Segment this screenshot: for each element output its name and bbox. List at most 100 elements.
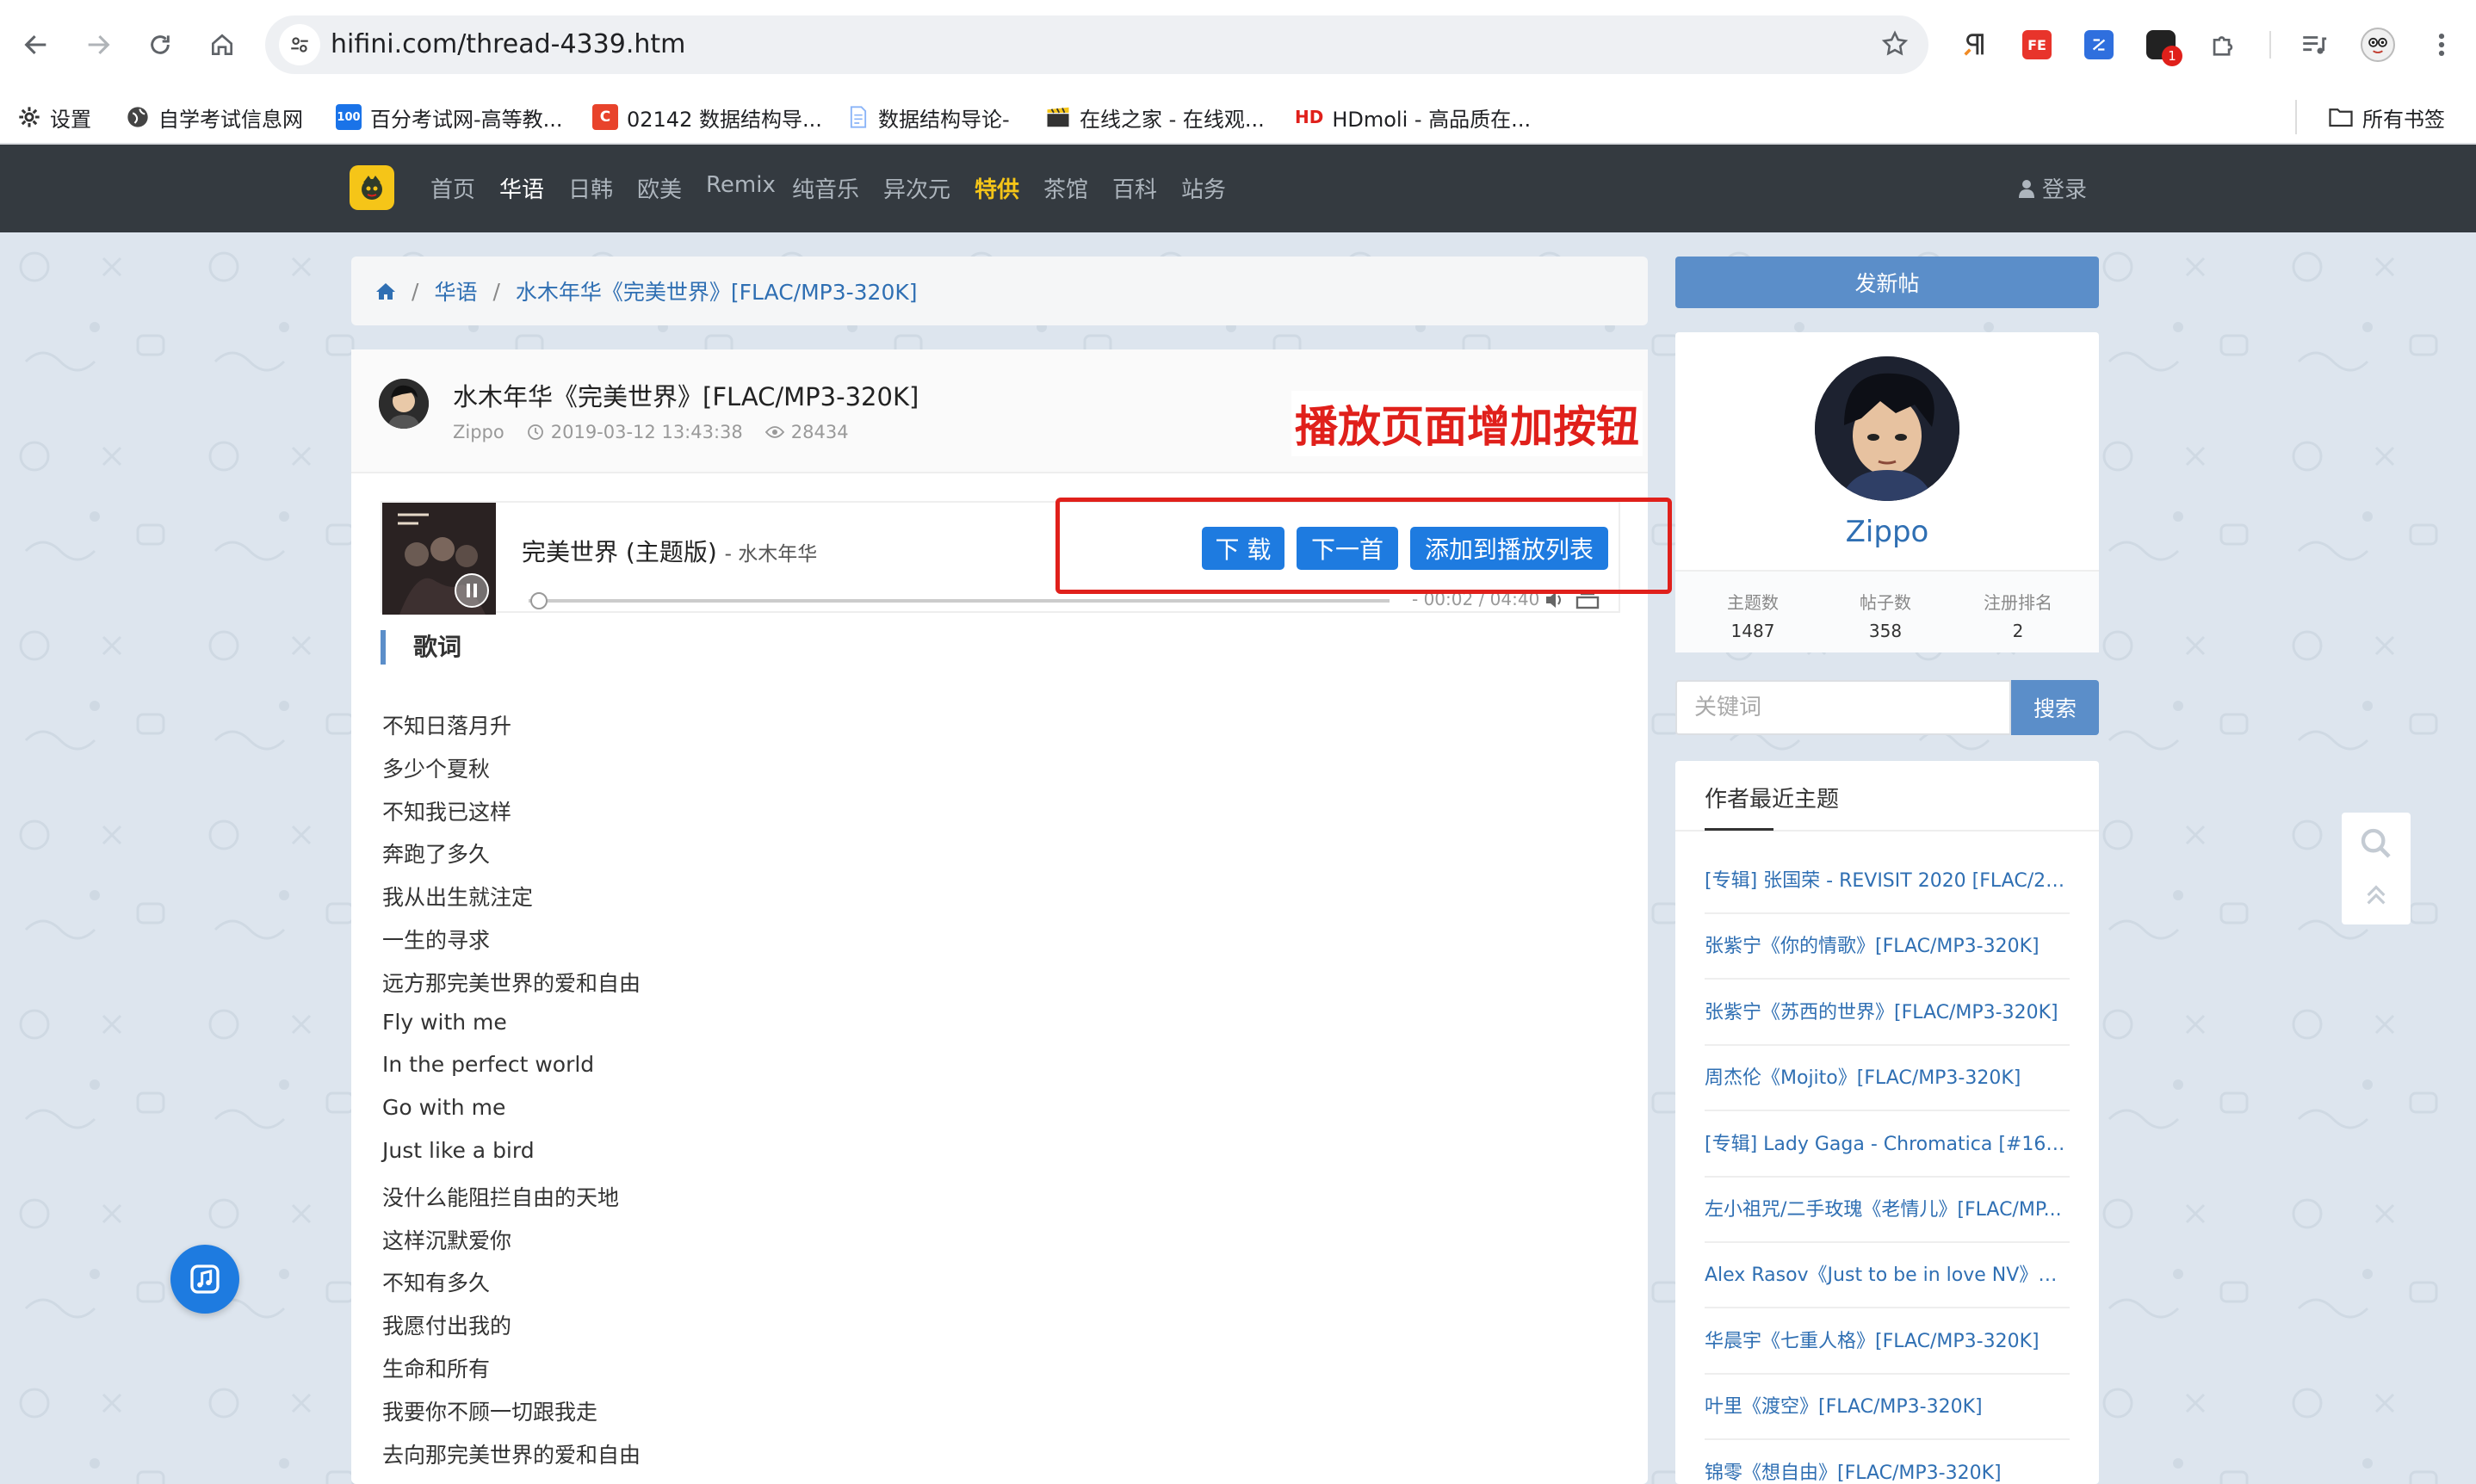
music-fab-button[interactable] xyxy=(170,1245,239,1314)
bookmark-settings[interactable]: 设置 xyxy=(17,98,91,136)
recent-topic-link[interactable]: 左小祖咒/二手玫瑰《老情儿》[FLAC/MP... xyxy=(1705,1178,2070,1243)
fe-extension-icon[interactable]: FE xyxy=(2018,26,2056,64)
bookmark-label: HDmoli - 高品质在... xyxy=(1332,107,1532,132)
login-label: 登录 xyxy=(2041,177,2087,203)
nav-home[interactable]: 首页 xyxy=(430,172,475,204)
folder-icon xyxy=(2328,106,2354,128)
recent-topic-link[interactable]: [专辑] Lady Gaga - Chromatica [#16-FLAC] xyxy=(1705,1112,2070,1178)
pause-button[interactable] xyxy=(455,573,489,608)
extensions-puzzle-icon[interactable] xyxy=(2204,26,2242,64)
recent-topic-link[interactable]: 华晨宇《七重人格》[FLAC/MP3-320K] xyxy=(1705,1309,2070,1375)
stat-label: 主题数 xyxy=(1727,592,1779,613)
progress-thumb[interactable] xyxy=(530,592,548,609)
nav-tegong[interactable]: 特供 xyxy=(975,172,1019,204)
profile-name[interactable]: Zippo xyxy=(1675,515,2099,549)
home-icon[interactable] xyxy=(201,24,243,65)
reload-icon[interactable] xyxy=(139,24,181,65)
lyric-line: 没什么能阻拦自由的天地 xyxy=(382,1185,620,1210)
clapper-icon xyxy=(1045,105,1071,129)
profile-avatar[interactable] xyxy=(1815,356,1959,501)
download-button[interactable]: 下 载 xyxy=(1202,527,1284,570)
bookmark-label: 在线之家 - 在线观... xyxy=(1080,107,1265,132)
recent-topic-link[interactable]: Alex Rasov《Just to be in love NV》回家... xyxy=(1705,1243,2070,1308)
lyric-line: Go with me xyxy=(382,1095,506,1120)
bookmark-02142[interactable]: C 02142 数据结构导... xyxy=(592,98,822,136)
annotation-text: 播放页面增加按钮 xyxy=(1291,391,1643,456)
breadcrumb-category[interactable]: 华语 xyxy=(434,275,477,306)
address-bar[interactable]: hifini.com/thread-4339.htm xyxy=(265,15,1928,74)
nav-remix[interactable]: Remix xyxy=(706,172,776,198)
thread-title: 水木年华《完美世界》[FLAC/MP3-320K] xyxy=(453,382,919,411)
add-to-playlist-button[interactable]: 添加到播放列表 xyxy=(1410,527,1608,570)
hd-icon: HD xyxy=(1295,107,1324,127)
thread-author[interactable]: Zippo xyxy=(453,422,504,442)
toolbar-divider xyxy=(2269,31,2271,59)
recent-topic-link[interactable]: 张紫宁《苏西的世界》[FLAC/MP3-320K] xyxy=(1705,980,2070,1046)
breadcrumb-separator: / xyxy=(412,278,419,304)
nav-rihan[interactable]: 日韩 xyxy=(568,172,613,204)
globe-icon xyxy=(126,105,150,129)
nav-huayu[interactable]: 华语 xyxy=(499,172,544,204)
author-avatar[interactable] xyxy=(379,379,429,429)
search-float-icon[interactable] xyxy=(2359,826,2393,861)
recent-topic-link[interactable]: 张紫宁《你的情歌》[FLAC/MP3-320K] xyxy=(1705,914,2070,980)
new-post-button[interactable]: 发新帖 xyxy=(1675,257,2099,308)
back-icon[interactable] xyxy=(15,24,57,65)
lyric-line: In the perfect world xyxy=(382,1052,595,1077)
site-navbar: 首页 华语 日韩 欧美 Remix 纯音乐 异次元 特供 茶馆 百科 站务 登录 xyxy=(0,145,2476,232)
recent-topic-link[interactable]: 锦零《想自由》[FLAC/MP3-320K] xyxy=(1705,1441,2070,1484)
bookmark-zaixian[interactable]: 在线之家 - 在线观... xyxy=(1045,98,1265,136)
search-button[interactable]: 搜索 xyxy=(2011,680,2099,735)
nav-baike[interactable]: 百科 xyxy=(1112,172,1157,204)
next-song-button[interactable]: 下一首 xyxy=(1297,527,1398,570)
url-text[interactable]: hifini.com/thread-4339.htm xyxy=(331,29,685,59)
back-to-top-icon[interactable] xyxy=(2362,881,2390,909)
clock-icon xyxy=(527,424,543,440)
bookmark-zikao[interactable]: 自学考试信息网 xyxy=(126,98,303,136)
stat-value: 358 xyxy=(1868,621,1903,641)
breadcrumb-current[interactable]: 水木年华《完美世界》[FLAC/MP3-320K] xyxy=(516,275,918,306)
all-bookmarks[interactable]: 所有书签 xyxy=(2328,98,2445,136)
floating-tools xyxy=(2342,813,2411,924)
lyric-line: 生命和所有 xyxy=(382,1357,491,1382)
media-control-icon[interactable] xyxy=(2295,26,2333,64)
breadcrumb: / 华语 / 水木年华《完美世界》[FLAC/MP3-320K] xyxy=(351,257,1648,325)
song-artist: - 水木年华 xyxy=(724,543,818,566)
lyric-line: 去向那完美世界的爱和自由 xyxy=(382,1443,641,1468)
album-cover xyxy=(382,503,496,615)
nav-yiciyuan[interactable]: 异次元 xyxy=(883,172,950,204)
recent-title-underline xyxy=(1705,828,1773,831)
bookmark-baifen[interactable]: 100 百分考试网-高等教... xyxy=(336,98,563,136)
lyric-line: 不知有多久 xyxy=(382,1271,491,1295)
login-link[interactable]: 登录 xyxy=(2018,172,2087,204)
progress-bar[interactable] xyxy=(529,592,1390,609)
bookmark-star-icon[interactable] xyxy=(1880,29,1910,59)
paragraph-extension-icon[interactable] xyxy=(1956,26,1994,64)
thread-date-text: 2019-03-12 13:43:38 xyxy=(550,422,743,442)
recent-topic-link[interactable]: 周杰伦《Mojito》[FLAC/MP3-320K] xyxy=(1705,1046,2070,1111)
recent-topic-link[interactable]: [专辑] 张国荣 - REVISIT 2020 [FLAC/24Bit... xyxy=(1705,849,2070,914)
lyric-line: 远方那完美世界的爱和自由 xyxy=(382,971,641,996)
nav-zhanwu[interactable]: 站务 xyxy=(1181,172,1226,204)
browser-menu-icon[interactable] xyxy=(2423,26,2461,64)
c-icon: C xyxy=(592,104,618,130)
nav-chunyinyue[interactable]: 纯音乐 xyxy=(792,172,859,204)
site-logo[interactable] xyxy=(350,165,394,210)
blue-check-extension-icon[interactable] xyxy=(2080,26,2118,64)
home-breadcrumb-icon[interactable] xyxy=(375,281,396,300)
bookmark-hdmoli[interactable]: HD HDmoli - 高品质在... xyxy=(1295,98,1531,136)
bookmark-datastruct[interactable]: 数据结构导论- xyxy=(847,98,1010,136)
lyric-line: 我要你不顾一切跟我走 xyxy=(382,1400,598,1425)
profile-avatar-icon[interactable] xyxy=(2359,26,2397,64)
search-input[interactable] xyxy=(1675,680,2011,735)
nav-oumei[interactable]: 欧美 xyxy=(637,172,682,204)
playlist-icon[interactable] xyxy=(1575,592,1600,609)
lyric-line: 这样沉默爱你 xyxy=(382,1228,512,1253)
notification-extension-icon[interactable]: 1 xyxy=(2142,26,2182,66)
recent-topic-link[interactable]: 叶里《渡空》[FLAC/MP3-320K] xyxy=(1705,1375,2070,1440)
nav-chaguan[interactable]: 茶馆 xyxy=(1043,172,1088,204)
forward-icon[interactable] xyxy=(77,24,119,65)
stat-topics: 主题数 1487 xyxy=(1693,589,1813,641)
site-settings-icon[interactable] xyxy=(279,24,320,65)
bookmark-label: 02142 数据结构导... xyxy=(627,107,822,132)
